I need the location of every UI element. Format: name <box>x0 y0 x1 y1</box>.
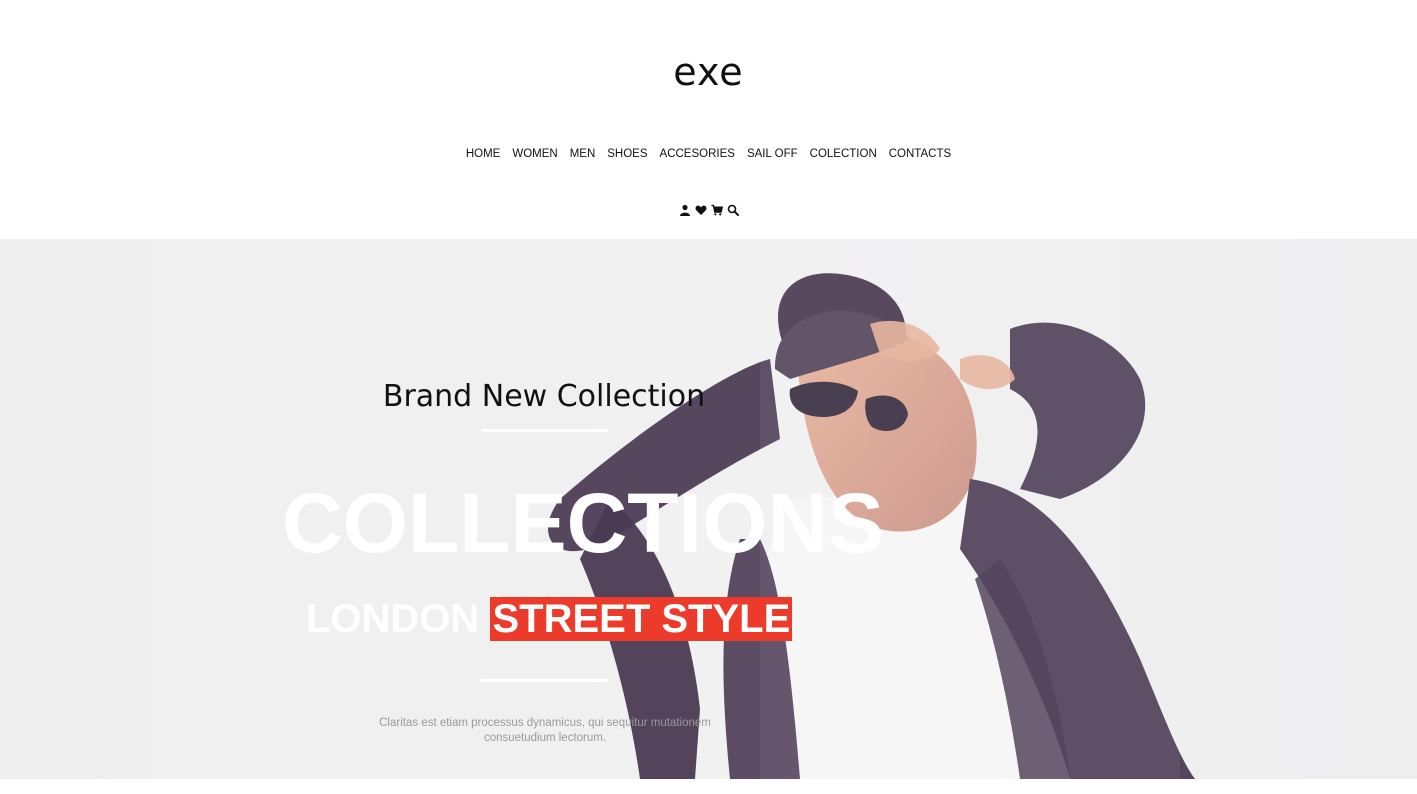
hero-tagline: Brand New Collection <box>382 379 706 414</box>
site-logo[interactable]: exe <box>0 50 1417 94</box>
nav-item-colection[interactable]: COLECTION <box>810 148 877 160</box>
hero-banner: Brand New Collection COLLECTIONS LONDON … <box>0 239 1417 779</box>
header-icon-bar <box>0 204 1417 216</box>
hero-headline: COLLECTIONS <box>282 476 884 570</box>
user-icon[interactable] <box>679 204 691 216</box>
page-bottom-edge <box>0 779 1417 794</box>
divider <box>481 679 608 682</box>
cart-icon[interactable] <box>711 204 723 216</box>
search-icon[interactable] <box>727 204 739 216</box>
hero-subline-plain: LONDON <box>306 597 480 641</box>
nav-item-women[interactable]: WOMEN <box>512 148 557 160</box>
nav-item-home[interactable]: HOME <box>466 148 501 160</box>
hero-subline: LONDON STREET STYLE <box>306 597 793 642</box>
nav-item-sail-off[interactable]: SAIL OFF <box>747 148 798 160</box>
nav-item-contacts[interactable]: CONTACTS <box>889 148 951 160</box>
site-header: exe HOME WOMEN MEN SHOES ACCESORIES SAIL… <box>0 0 1417 239</box>
divider <box>481 429 608 432</box>
hero-description: Claritas est etiam processus dynamicus, … <box>379 717 711 744</box>
nav-item-shoes[interactable]: SHOES <box>607 148 647 160</box>
main-nav: HOME WOMEN MEN SHOES ACCESORIES SAIL OFF… <box>0 148 1417 160</box>
nav-item-accesories[interactable]: ACCESORIES <box>660 148 735 160</box>
nav-item-men[interactable]: MEN <box>570 148 596 160</box>
hero-subline-highlight: STREET STYLE <box>490 597 793 641</box>
heart-icon[interactable] <box>695 204 707 216</box>
